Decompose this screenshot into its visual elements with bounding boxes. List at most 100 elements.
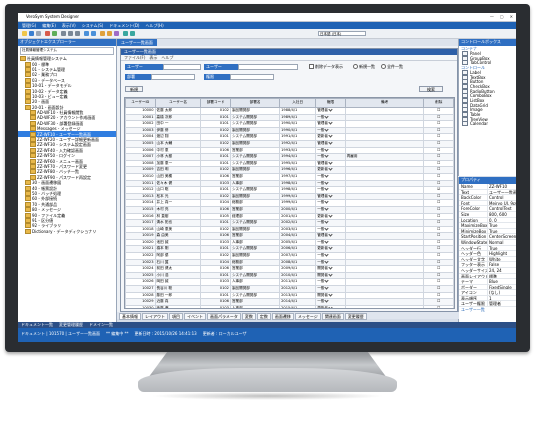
table-row[interactable]: 10018 山崎 恵美 0102 製品開発部 2003/4/1 一般 ☐ (125, 225, 454, 234)
property-value[interactable]: Control (487, 195, 516, 200)
role-select[interactable]: 一般 (317, 240, 324, 244)
delete-checkbox[interactable]: ☐ (437, 161, 440, 165)
table-row[interactable]: 10027 長谷川 聡 0102 製品開発部 2012/4/1 一般 ☐ (125, 285, 454, 293)
delete-checkbox[interactable]: ☐ (437, 201, 440, 205)
new-list-radio[interactable]: 新規一覧 (353, 64, 375, 69)
table-row[interactable]: 10017 清水 拓也 0101 システム開発部 2002/4/1 一般 ☐ (125, 219, 454, 227)
delete-checkbox[interactable]: ☐ (437, 306, 440, 308)
column-header[interactable]: 削除 (423, 98, 454, 108)
all-list-radio[interactable]: 全件一覧 (381, 64, 403, 69)
property-value[interactable]: True (487, 245, 516, 251)
property-value[interactable]: FixedSingle (487, 284, 516, 290)
copy-icon[interactable] (68, 31, 73, 36)
minimize-button[interactable]: — (490, 14, 494, 19)
table-row[interactable]: 10024 前田 健太 0106 営業部 2009/4/1 開発者 ☐ (125, 265, 454, 273)
delete-checkbox[interactable]: ☐ (437, 135, 440, 139)
document-tab-active[interactable]: ユーザー一覧画面 (117, 39, 157, 46)
role-select[interactable]: 開発者 (317, 293, 328, 297)
bottom-tab[interactable]: 基本情報 (119, 313, 141, 320)
column-header[interactable]: 部署コード (200, 98, 231, 108)
property-value[interactable]: CenterScreen (487, 234, 516, 239)
delete-checkbox[interactable]: ☐ (437, 273, 440, 277)
delete-checkbox[interactable]: ☐ (437, 115, 440, 119)
table-row[interactable]: 10014 井上 真一 0104 総務部 1999/4/1 一般 ☐ (125, 199, 454, 207)
bottom-tab[interactable]: メッセージ (294, 313, 321, 320)
property-value[interactable]: 24, 24 (487, 267, 516, 273)
bottom-tab[interactable]: 関連画面 (321, 313, 344, 320)
property-value[interactable]: False (487, 262, 516, 267)
property-value[interactable]: True (487, 223, 516, 228)
delete-checkbox[interactable]: ☐ (437, 234, 440, 238)
preview-icon[interactable] (114, 31, 119, 36)
delete-checkbox[interactable]: ☐ (437, 254, 440, 258)
property-value[interactable]: ユーザー一覧画面 (487, 189, 516, 195)
delete-checkbox[interactable]: ☐ (437, 280, 440, 284)
role-select[interactable]: 管理者 (317, 141, 328, 145)
delete-checkbox[interactable]: ☐ (437, 267, 440, 271)
column-header[interactable]: ユーザーID (125, 98, 156, 108)
property-value[interactable]: True (487, 228, 516, 234)
bottom-tab[interactable]: 画面遷移 (271, 313, 294, 320)
cut-icon[interactable] (61, 31, 66, 36)
table-row[interactable]: 10030 後藤 遼 0103 人事部 2015/4/1 更新者 ☐ (125, 304, 454, 308)
search-button[interactable]: 検索 (419, 86, 443, 92)
property-value[interactable]: White (487, 256, 516, 262)
delete-checkbox[interactable]: ☐ (437, 108, 440, 112)
delete-checkbox[interactable]: ☐ (437, 174, 440, 178)
property-value[interactable]: 標準 (487, 273, 516, 279)
paste-icon[interactable] (75, 31, 80, 36)
new-button[interactable]: 新規 (125, 86, 143, 92)
bottom-tab[interactable]: レイアウト (142, 313, 168, 320)
close-button[interactable]: ✕ (510, 14, 513, 19)
align-icon[interactable] (100, 31, 105, 36)
menu-manage[interactable]: 管理(G) (22, 22, 36, 29)
table-row[interactable]: 10000 佐藤 太郎 0102 製品開発部 1988/4/1 管理者 ☐ (125, 107, 454, 115)
add-icon[interactable] (52, 31, 57, 36)
toolbox-item[interactable]: Calendar (459, 121, 516, 127)
role-select[interactable] (230, 74, 274, 80)
delete-checkbox[interactable]: ☑ (437, 188, 440, 192)
menu-document[interactable]: ドキュメント(D) (109, 22, 139, 29)
delete-checkbox[interactable]: ☐ (437, 300, 440, 304)
table-row[interactable]: 10010 山田 美穂 0106 営業部 1997/4/1 一般 ☐ (125, 172, 454, 181)
undo-icon[interactable] (84, 31, 89, 36)
delete-checkbox[interactable]: ☐ (437, 194, 440, 198)
role-select[interactable]: 管理者 (317, 161, 328, 165)
bottom-tab[interactable]: 画面パラメータ (207, 313, 241, 320)
property-value[interactable]: 800, 600 (487, 211, 516, 217)
role-select[interactable]: 更新者 (317, 247, 328, 251)
delete-checkbox[interactable]: ☐ (437, 240, 440, 244)
grid-icon[interactable] (107, 31, 112, 36)
user-id-input[interactable] (163, 64, 201, 70)
delete-checkbox[interactable]: ☐ (437, 286, 440, 290)
property-value[interactable]: Normal (487, 239, 516, 245)
table-row[interactable]: 10020 池田 誠 0103 人事部 2005/4/1 一般 ☐ (125, 238, 454, 247)
table-row[interactable]: 10013 松本 光 0102 製品開発部 1999/4/1 管理者 ☐ (125, 192, 454, 201)
column-header[interactable]: 備考 (344, 98, 425, 108)
delete-checkbox[interactable]: ☐ (437, 148, 440, 152)
open-folder-icon[interactable] (22, 31, 27, 36)
role-select[interactable]: 開発者 (317, 267, 328, 271)
table-row[interactable]: 10026 岡田 誠 0103 人事部 2011/4/1 一般 ☐ (125, 278, 454, 287)
bottom-tab[interactable]: 定数 (256, 313, 271, 320)
delete-checkbox[interactable]: ☐ (437, 155, 440, 159)
save-icon[interactable] (29, 31, 34, 36)
maximize-button[interactable]: ▢ (500, 14, 504, 19)
redo-icon[interactable] (91, 31, 96, 36)
bottom-tab[interactable]: 変数 (241, 313, 256, 320)
role-select[interactable]: 更新者 (317, 306, 328, 308)
role-select[interactable]: 更新者 (317, 135, 328, 139)
column-header[interactable]: 部署名 (229, 98, 281, 108)
delete-checkbox[interactable]: ☐ (437, 141, 440, 145)
column-header[interactable]: 入社日 (279, 98, 317, 108)
delete-checkbox[interactable]: ☐ (437, 168, 440, 172)
table-row[interactable]: 10025 小川 浩 0101 システム開発部 2010/4/1 開発者 ☐ (125, 271, 454, 280)
table-row[interactable]: 10016 林 直樹 0105 経理部 2001/4/1 更新者 ☐ (125, 212, 454, 221)
table-row[interactable]: 10022 阿部 優 0102 製品開発部 2007/4/1 一般 ☐ (125, 252, 454, 260)
role-select[interactable]: 更新者 (317, 168, 328, 172)
table-row[interactable]: 10019 森 由美 0106 営業部 2004/4/1 管理者 ☐ (125, 232, 454, 240)
tree-item[interactable]: Dictionary - データディクショナリ (18, 228, 116, 234)
table-row[interactable]: 10008 加藤 恵一 0101 システム開発部 1995/4/1 管理者 ☐ (125, 159, 454, 168)
delete-checkbox[interactable]: ☐ (437, 221, 440, 225)
table-row[interactable]: 10006 中村 恵 0106 営業部 1993/4/1 一般 ☐ (125, 146, 454, 155)
